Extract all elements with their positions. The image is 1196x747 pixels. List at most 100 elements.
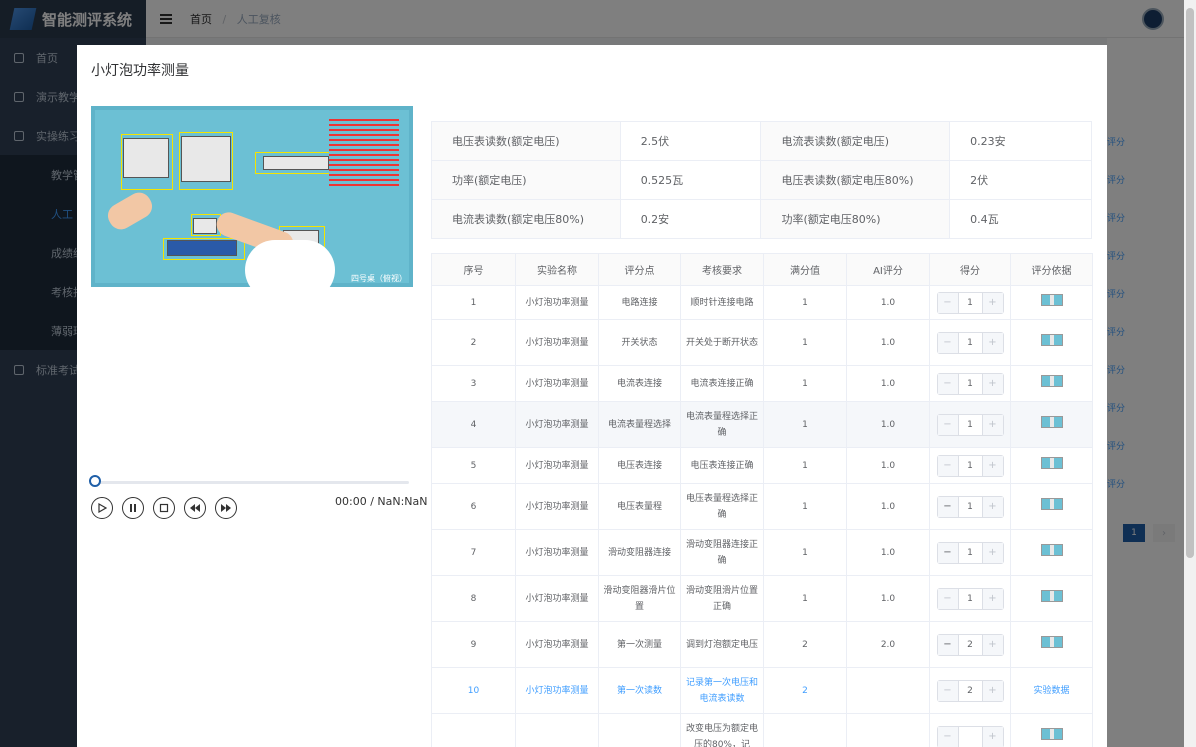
evidence-thumbnail[interactable] (1040, 456, 1063, 469)
cell-score: −1 + (929, 483, 1011, 530)
score-stepper[interactable]: − + (936, 725, 1004, 747)
cell-basis[interactable] (1010, 285, 1093, 320)
score-input[interactable]: 1 (957, 414, 983, 435)
cell-full: 2 (763, 621, 847, 668)
hand (103, 188, 157, 234)
header-no: 序号 (431, 253, 516, 286)
video-progress-handle[interactable] (89, 475, 101, 487)
decrement-button[interactable]: − (937, 588, 958, 609)
score-stepper[interactable]: −1 + (936, 495, 1004, 518)
increment-button[interactable]: + (982, 726, 1003, 747)
video-player[interactable]: 四号桌（俯视） (91, 106, 413, 287)
pause-button[interactable] (122, 497, 144, 519)
decrement-button[interactable]: − (937, 414, 958, 435)
cell-basis[interactable] (1010, 319, 1093, 366)
cell-basis[interactable] (1010, 401, 1093, 448)
evidence-thumbnail[interactable] (1040, 589, 1063, 602)
cell-basis[interactable] (1010, 483, 1093, 530)
decrement-button[interactable]: − (937, 373, 958, 394)
increment-button[interactable]: + (982, 373, 1003, 394)
cell-basis[interactable] (1010, 447, 1093, 484)
decrement-button[interactable]: − (937, 634, 958, 655)
cell-ai: 1.0 (846, 285, 930, 320)
cell-full: 1 (763, 483, 847, 530)
cell-basis[interactable] (1010, 529, 1093, 576)
stop-button[interactable] (153, 497, 175, 519)
cell-score: −1 + (929, 319, 1011, 366)
rewind-button[interactable] (184, 497, 206, 519)
cell-basis[interactable] (1010, 365, 1093, 402)
increment-button[interactable]: + (982, 634, 1003, 655)
play-button[interactable] (91, 497, 113, 519)
score-input[interactable]: 1 (957, 455, 983, 476)
increment-button[interactable]: + (982, 414, 1003, 435)
evidence-thumbnail[interactable] (1040, 543, 1063, 556)
table-row: 改变电压为额定电压的80%，记 − + (431, 713, 1093, 747)
score-input[interactable]: 1 (957, 373, 983, 394)
evidence-thumbnail[interactable] (1040, 374, 1063, 387)
cell-point: 电流表量程选择 (598, 401, 681, 448)
scrollbar-thumb[interactable] (1186, 8, 1194, 558)
score-input[interactable]: 1 (957, 332, 983, 353)
cell-full: 1 (763, 401, 847, 448)
increment-button[interactable]: + (982, 496, 1003, 517)
decrement-button[interactable]: − (937, 455, 958, 476)
score-input[interactable]: 2 (957, 680, 983, 701)
cell-full: 2 (763, 667, 847, 714)
cell-no: 2 (431, 319, 516, 366)
score-stepper[interactable]: −2 + (936, 679, 1004, 702)
score-input[interactable]: 1 (957, 496, 983, 517)
cell-ai: 1.0 (846, 447, 930, 484)
score-input[interactable]: 2 (957, 634, 983, 655)
evidence-thumbnail[interactable] (1040, 497, 1063, 510)
decrement-button[interactable]: − (937, 680, 958, 701)
decrement-button[interactable]: − (937, 292, 958, 313)
page-scrollbar[interactable] (1184, 0, 1196, 747)
increment-button[interactable]: + (982, 292, 1003, 313)
increment-button[interactable]: + (982, 542, 1003, 563)
increment-button[interactable]: + (982, 680, 1003, 701)
cell-score: −1 + (929, 365, 1011, 402)
evidence-thumbnail[interactable] (1040, 727, 1063, 740)
increment-button[interactable]: + (982, 455, 1003, 476)
score-input[interactable]: 1 (957, 292, 983, 313)
score-stepper[interactable]: −1 + (936, 331, 1004, 354)
cell-name: 小灯泡功率测量 (515, 401, 599, 448)
increment-button[interactable]: + (982, 588, 1003, 609)
cell-point: 电压表量程 (598, 483, 681, 530)
cell-basis[interactable] (1010, 575, 1093, 622)
cell-basis[interactable] (1010, 621, 1093, 668)
cell-req: 改变电压为额定电压的80%，记 (680, 713, 764, 747)
cell-ai: 1.0 (846, 575, 930, 622)
header-full: 满分值 (763, 253, 847, 286)
evidence-thumbnail[interactable] (1040, 333, 1063, 346)
evidence-thumbnail[interactable] (1040, 293, 1063, 306)
decrement-button[interactable]: − (937, 496, 958, 517)
measurement-key: 功率(额定电压) (431, 160, 621, 200)
decrement-button[interactable]: − (937, 542, 958, 563)
table-row: 6 小灯泡功率测量 电压表量程 电压表量程选择正确 1 1.0−1 + (431, 483, 1093, 530)
cell-score: −1 + (929, 529, 1011, 576)
score-input[interactable]: 1 (957, 542, 983, 563)
evidence-thumbnail[interactable] (1040, 415, 1063, 428)
cell-basis[interactable] (1010, 713, 1093, 747)
score-stepper[interactable]: −1 + (936, 454, 1004, 477)
decrement-button[interactable]: − (937, 332, 958, 353)
evidence-thumbnail[interactable] (1040, 635, 1063, 648)
score-stepper[interactable]: −1 + (936, 587, 1004, 610)
cell-ai: 1.0 (846, 401, 930, 448)
cell-no: 3 (431, 365, 516, 402)
score-stepper[interactable]: −1 + (936, 372, 1004, 395)
cell-basis[interactable]: 实验数据 (1010, 667, 1093, 714)
video-progress-bar[interactable] (91, 481, 409, 484)
cell-ai (846, 713, 930, 747)
increment-button[interactable]: + (982, 332, 1003, 353)
decrement-button[interactable]: − (937, 726, 958, 747)
score-stepper[interactable]: −1 + (936, 541, 1004, 564)
score-stepper[interactable]: −1 + (936, 413, 1004, 436)
score-stepper[interactable]: −2 + (936, 633, 1004, 656)
forward-button[interactable] (215, 497, 237, 519)
score-input[interactable] (957, 726, 983, 747)
score-stepper[interactable]: −1 + (936, 291, 1004, 314)
score-input[interactable]: 1 (957, 588, 983, 609)
